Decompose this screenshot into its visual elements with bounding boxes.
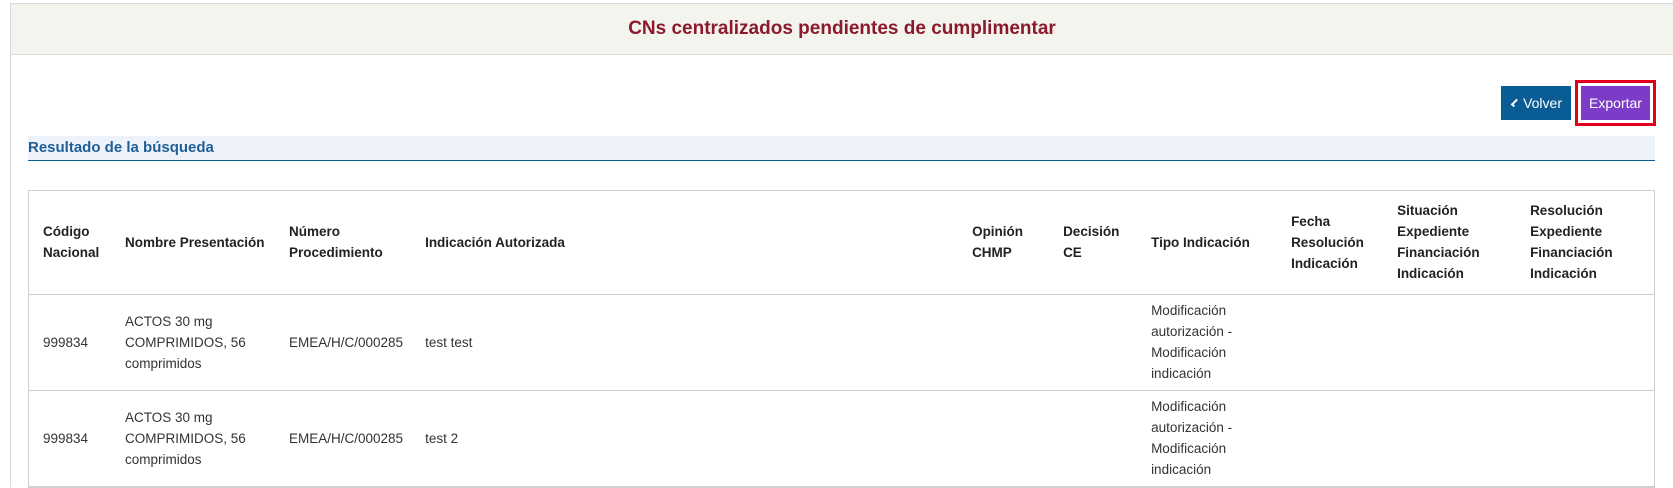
results-table: Código Nacional Nombre Presentación Núme… bbox=[29, 191, 1654, 487]
column-header-situacion[interactable]: Situación Expediente Financiación Indica… bbox=[1383, 191, 1517, 295]
export-button[interactable]: Exportar bbox=[1581, 86, 1650, 120]
column-header-procedimiento[interactable]: Número Procedimiento bbox=[275, 191, 412, 295]
chevron-left-icon bbox=[1510, 98, 1520, 108]
back-button[interactable]: Volver bbox=[1501, 86, 1571, 120]
column-header-chmp[interactable]: Opinión CHMP bbox=[958, 191, 1050, 295]
cell-situacion bbox=[1383, 294, 1517, 391]
column-header-fecha[interactable]: Fecha Resolución Indicación bbox=[1277, 191, 1384, 295]
results-table-container: Código Nacional Nombre Presentación Núme… bbox=[28, 190, 1655, 488]
column-header-ce[interactable]: Decisión CE bbox=[1049, 191, 1138, 295]
page-header: CNs centralizados pendientes de cumplime… bbox=[11, 4, 1673, 55]
cell-procedimiento: EMEA/H/C/000285 bbox=[275, 390, 412, 487]
cell-ce bbox=[1049, 390, 1138, 487]
cell-chmp bbox=[958, 390, 1050, 487]
cell-codigo: 999834 bbox=[29, 390, 111, 487]
cell-situacion bbox=[1383, 390, 1517, 487]
page-title: CNs centralizados pendientes de cumplime… bbox=[628, 18, 1056, 39]
cell-chmp bbox=[958, 294, 1050, 391]
cell-tipo: Modificación autorización - Modificación… bbox=[1137, 390, 1278, 487]
export-highlight: Exportar bbox=[1575, 80, 1656, 126]
cell-fecha bbox=[1277, 390, 1384, 487]
cell-resolucion bbox=[1516, 294, 1654, 391]
table-header-row: Código Nacional Nombre Presentación Núme… bbox=[29, 191, 1654, 295]
cell-codigo: 999834 bbox=[29, 294, 111, 391]
table-row[interactable]: 999834 ACTOS 30 mg COMPRIMIDOS, 56 compr… bbox=[29, 390, 1654, 487]
cell-indicacion: test 2 bbox=[411, 390, 959, 487]
cell-tipo: Modificación autorización - Modificación… bbox=[1137, 294, 1278, 391]
table-row[interactable]: 999834 ACTOS 30 mg COMPRIMIDOS, 56 compr… bbox=[29, 294, 1654, 391]
column-header-tipo[interactable]: Tipo Indicación bbox=[1137, 191, 1278, 295]
action-bar: Volver Exportar bbox=[1501, 80, 1656, 126]
cell-indicacion: test test bbox=[411, 294, 959, 391]
cell-nombre: ACTOS 30 mg COMPRIMIDOS, 56 comprimidos bbox=[111, 294, 275, 391]
column-header-resolucion[interactable]: Resolución Expediente Financiación Indic… bbox=[1516, 191, 1654, 295]
column-header-nombre[interactable]: Nombre Presentación bbox=[111, 191, 275, 295]
section-title: Resultado de la búsqueda bbox=[28, 136, 1655, 161]
column-header-indicacion[interactable]: Indicación Autorizada bbox=[411, 191, 959, 295]
column-header-codigo[interactable]: Código Nacional bbox=[29, 191, 111, 295]
cell-fecha bbox=[1277, 294, 1384, 391]
cell-ce bbox=[1049, 294, 1138, 391]
cell-procedimiento: EMEA/H/C/000285 bbox=[275, 294, 412, 391]
back-button-label: Volver bbox=[1523, 95, 1562, 111]
cell-nombre: ACTOS 30 mg COMPRIMIDOS, 56 comprimidos bbox=[111, 390, 275, 487]
page-container: CNs centralizados pendientes de cumplime… bbox=[10, 3, 1673, 488]
cell-resolucion bbox=[1516, 390, 1654, 487]
